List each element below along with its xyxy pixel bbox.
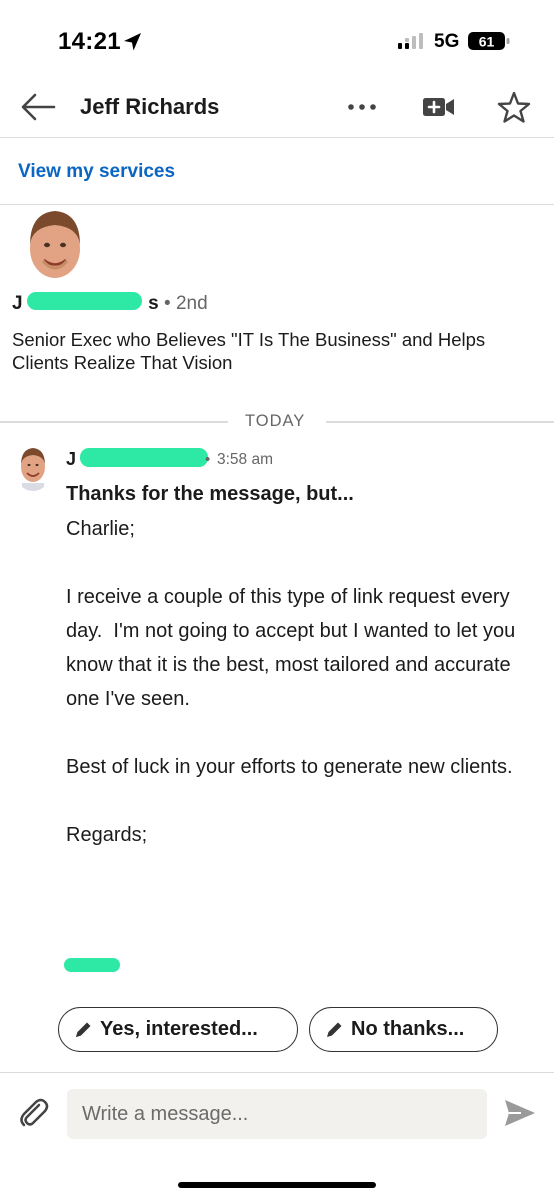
quick-reply-yes-label: Yes, interested... bbox=[100, 1018, 258, 1040]
network-type: 5G bbox=[434, 31, 460, 52]
home-indicator bbox=[178, 1182, 376, 1188]
profile-name-end[interactable]: s bbox=[148, 293, 159, 314]
message-separator: • bbox=[205, 451, 211, 468]
message-sender-start[interactable]: J bbox=[66, 449, 76, 470]
conversation-header: Jeff Richards bbox=[0, 80, 554, 138]
quick-reply-yes-button[interactable]: Yes, interested... bbox=[58, 1007, 298, 1052]
quick-reply-no-label: No thanks... bbox=[351, 1018, 465, 1040]
view-services-link[interactable]: View my services bbox=[18, 161, 175, 183]
sender-avatar-image bbox=[16, 445, 50, 491]
cellular-signal-icon bbox=[398, 33, 423, 49]
paperclip-icon[interactable] bbox=[16, 1095, 52, 1131]
message-input[interactable] bbox=[67, 1089, 487, 1139]
sender-avatar[interactable] bbox=[16, 445, 50, 491]
video-call-icon[interactable] bbox=[421, 92, 457, 122]
back-arrow-icon[interactable] bbox=[20, 90, 56, 124]
name-redaction bbox=[27, 292, 142, 310]
profile-separator: • bbox=[158, 293, 176, 314]
date-divider-label: TODAY bbox=[245, 412, 306, 430]
profile-headline: Senior Exec who Believes "IT Is The Busi… bbox=[12, 329, 486, 373]
battery-level: 61 bbox=[479, 34, 495, 50]
profile-name-start[interactable]: J bbox=[12, 293, 23, 314]
status-time: 14:21 bbox=[58, 28, 121, 55]
sender-redaction bbox=[80, 448, 208, 467]
connection-degree: 2nd bbox=[175, 293, 208, 314]
location-arrow-icon bbox=[124, 33, 141, 51]
services-bar: View my services bbox=[0, 138, 554, 205]
divider-line-right bbox=[326, 421, 554, 423]
battery-icon: 61 bbox=[468, 32, 510, 50]
divider-line-left bbox=[0, 421, 228, 423]
status-bar: 14:21 5G 61 bbox=[0, 0, 554, 80]
conversation-title[interactable]: Jeff Richards bbox=[80, 94, 219, 120]
message-time: 3:58 am bbox=[217, 451, 274, 468]
message-body: Charlie; I receive a couple of this type… bbox=[66, 518, 516, 846]
more-icon[interactable] bbox=[343, 94, 381, 120]
send-icon[interactable] bbox=[503, 1097, 537, 1129]
signature-redaction bbox=[64, 958, 120, 972]
message-subject: Thanks for the message, but... bbox=[66, 483, 354, 505]
profile-photo[interactable] bbox=[20, 205, 90, 279]
profile-photo-image bbox=[20, 205, 90, 279]
pencil-icon bbox=[76, 1022, 91, 1037]
quick-reply-no-button[interactable]: No thanks... bbox=[309, 1007, 498, 1052]
pencil-icon bbox=[327, 1022, 342, 1037]
star-icon[interactable] bbox=[496, 90, 532, 124]
message-composer bbox=[0, 1072, 554, 1200]
